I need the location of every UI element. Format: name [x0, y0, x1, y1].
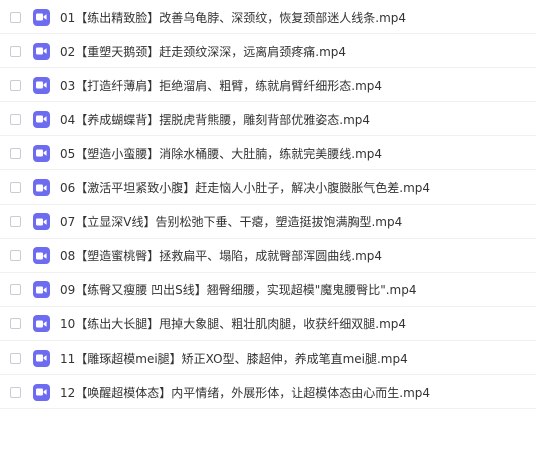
- video-file-icon: [33, 281, 50, 299]
- video-file-icon: [33, 42, 50, 60]
- file-checkbox[interactable]: [10, 113, 21, 125]
- file-row[interactable]: 11【雕琢超模mei腿】矫正XO型、膝超伸，养成笔直mei腿.mp4: [0, 342, 536, 375]
- file-name[interactable]: 11【雕琢超模mei腿】矫正XO型、膝超伸，养成笔直mei腿.mp4: [60, 350, 408, 367]
- file-name[interactable]: 02【重塑天鹅颈】赶走颈纹深深，远离肩颈疼痛.mp4: [60, 43, 346, 60]
- file-name[interactable]: 04【养成蝴蝶背】摆脱虎背熊腰，雕刻背部优雅姿态.mp4: [60, 111, 370, 128]
- video-file-icon: [33, 349, 50, 367]
- file-name[interactable]: 01【练出精致脸】改善乌龟脖、深颈纹，恢复颈部迷人线条.mp4: [60, 9, 406, 26]
- file-checkbox[interactable]: [10, 352, 21, 364]
- video-file-icon: [33, 247, 50, 265]
- file-checkbox[interactable]: [10, 250, 21, 262]
- video-file-icon: [33, 110, 50, 128]
- video-file-icon: [33, 144, 50, 162]
- video-file-icon: [33, 213, 50, 231]
- file-row[interactable]: 03【打造纤薄肩】拒绝溜肩、粗臂，练就肩臂纤细形态.mp4: [0, 69, 536, 103]
- file-checkbox[interactable]: [10, 79, 21, 91]
- video-file-icon: [33, 315, 50, 333]
- file-checkbox[interactable]: [10, 11, 21, 23]
- file-name[interactable]: 08【塑造蜜桃臀】拯救扁平、塌陷，成就臀部浑圆曲线.mp4: [60, 247, 382, 264]
- file-name[interactable]: 12【唤醒超模体态】内平情绪，外展形体，让超模体态由心而生.mp4: [60, 384, 430, 401]
- file-row[interactable]: 06【激活平坦紧致小腹】赶走恼人小肚子，解决小腹臌胀气色差.mp4: [0, 172, 536, 205]
- file-row[interactable]: 07【立显深V线】告别松弛下垂、干瘪，塑造挺拔饱满胸型.mp4: [0, 206, 536, 239]
- file-name[interactable]: 06【激活平坦紧致小腹】赶走恼人小肚子，解决小腹臌胀气色差.mp4: [60, 179, 430, 196]
- video-file-icon: [33, 76, 50, 94]
- file-row[interactable]: 04【养成蝴蝶背】摆脱虎背熊腰，雕刻背部优雅姿态.mp4: [0, 103, 536, 137]
- video-file-icon: [33, 383, 50, 401]
- file-name[interactable]: 10【练出大长腿】甩掉大象腿、粗壮肌肉腿，收获纤细双腿.mp4: [60, 315, 406, 332]
- video-file-icon: [33, 179, 50, 196]
- file-name[interactable]: 03【打造纤薄肩】拒绝溜肩、粗臂，练就肩臂纤细形态.mp4: [60, 77, 382, 94]
- file-row[interactable]: 01【练出精致脸】改善乌龟脖、深颈纹，恢复颈部迷人线条.mp4: [0, 1, 536, 34]
- file-name[interactable]: 09【练臀又瘦腰 凹出S线】翘臀细腰，实现超模"魔鬼腰臀比".mp4: [60, 281, 417, 298]
- file-checkbox[interactable]: [10, 45, 21, 57]
- file-row[interactable]: 08【塑造蜜桃臀】拯救扁平、塌陷，成就臀部浑圆曲线.mp4: [0, 240, 536, 273]
- file-checkbox[interactable]: [10, 386, 21, 398]
- file-row[interactable]: 05【塑造小蛮腰】消除水桶腰、大肚腩，练就完美腰线.mp4: [0, 137, 536, 171]
- file-row[interactable]: 10【练出大长腿】甩掉大象腿、粗壮肌肉腿，收获纤细双腿.mp4: [0, 308, 536, 341]
- file-checkbox[interactable]: [10, 318, 21, 330]
- file-checkbox[interactable]: [10, 216, 21, 228]
- file-checkbox[interactable]: [10, 284, 21, 296]
- file-row[interactable]: 02【重塑天鹅颈】赶走颈纹深深，远离肩颈疼痛.mp4: [0, 35, 536, 69]
- file-checkbox[interactable]: [10, 147, 21, 159]
- file-row[interactable]: 12【唤醒超模体态】内平情绪，外展形体，让超模体态由心而生.mp4: [0, 376, 536, 410]
- file-name[interactable]: 05【塑造小蛮腰】消除水桶腰、大肚腩，练就完美腰线.mp4: [60, 145, 382, 162]
- video-file-icon: [33, 8, 50, 26]
- file-name[interactable]: 07【立显深V线】告别松弛下垂、干瘪，塑造挺拔饱满胸型.mp4: [60, 213, 402, 230]
- file-checkbox[interactable]: [10, 182, 21, 193]
- file-row[interactable]: 09【练臀又瘦腰 凹出S线】翘臀细腰，实现超模"魔鬼腰臀比".mp4: [0, 274, 536, 307]
